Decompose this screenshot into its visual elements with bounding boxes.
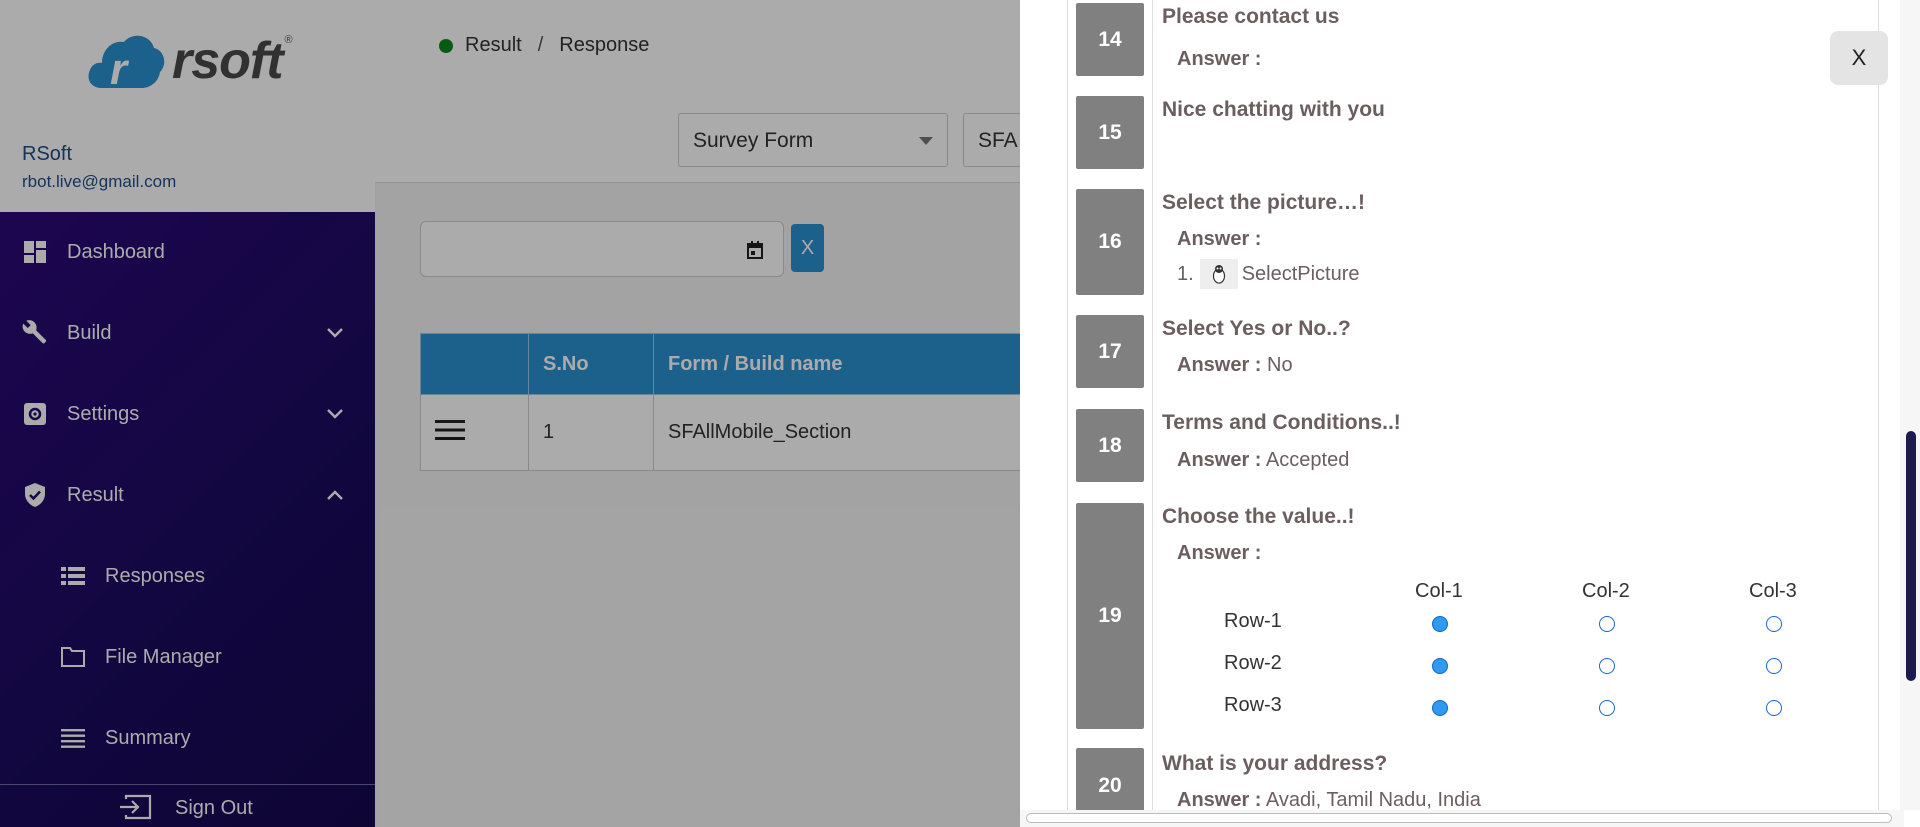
answer-line: Answer :	[1177, 228, 1261, 251]
question-text: Terms and Conditions..!	[1162, 411, 1401, 434]
question-number: 15	[1076, 96, 1144, 169]
answer-value: Accepted	[1265, 449, 1350, 471]
grid-row-label: Row-1	[1224, 610, 1282, 632]
question-number-divider	[1152, 0, 1153, 810]
picture-index: 1.	[1177, 262, 1194, 285]
grid-column-header: Col-3	[1749, 580, 1797, 602]
horizontal-scroll-thumb[interactable]	[1026, 813, 1892, 823]
radio-row3-col2[interactable]	[1599, 700, 1615, 716]
radio-row1-col3[interactable]	[1766, 616, 1782, 632]
question-text: What is your address?	[1162, 752, 1388, 775]
question-number: 17	[1076, 315, 1144, 388]
question-number: 16	[1076, 189, 1144, 295]
picture-thumbnail-icon[interactable]	[1199, 259, 1238, 289]
answer-line: Answer : No	[1177, 354, 1293, 377]
question-text: Nice chatting with you	[1162, 98, 1385, 121]
answer-line: Answer : Avadi, Tamil Nadu, India	[1177, 789, 1481, 812]
answer-label: Answer :	[1177, 449, 1262, 471]
answer-line: Answer :	[1177, 48, 1261, 71]
grid-row-label: Row-3	[1224, 694, 1282, 716]
grid-row-label: Row-2	[1224, 652, 1282, 674]
radio-row3-col1[interactable]	[1432, 700, 1448, 716]
vertical-scroll-thumb[interactable]	[1906, 431, 1916, 681]
answer-label: Answer :	[1177, 48, 1262, 70]
close-modal-button[interactable]: X	[1830, 31, 1888, 85]
answer-label: Answer :	[1177, 789, 1262, 811]
question-text: Choose the value..!	[1162, 505, 1355, 528]
radio-row1-col1[interactable]	[1432, 616, 1448, 632]
question-text: Select Yes or No..?	[1162, 317, 1351, 340]
answer-line: Answer : Accepted	[1177, 449, 1349, 472]
radio-row2-col3[interactable]	[1766, 658, 1782, 674]
vertical-scrollbar[interactable]	[1900, 0, 1920, 810]
grid-column-header: Col-1	[1415, 580, 1463, 602]
radio-row3-col3[interactable]	[1766, 700, 1782, 716]
radio-row2-col1[interactable]	[1432, 658, 1448, 674]
picture-answer-item: 1. SelectPicture	[1177, 259, 1360, 289]
question-number: 18	[1076, 409, 1144, 482]
response-detail-modal: 14 Please contact us Answer : 15 Nice ch…	[1020, 0, 1920, 827]
question-text: Please contact us	[1162, 5, 1340, 28]
radio-row2-col2[interactable]	[1599, 658, 1615, 674]
answer-label: Answer :	[1177, 228, 1262, 250]
answer-label: Answer :	[1177, 542, 1262, 564]
picture-label: SelectPicture	[1241, 262, 1360, 285]
answer-value: Avadi, Tamil Nadu, India	[1265, 789, 1481, 811]
radio-row1-col2[interactable]	[1599, 616, 1615, 632]
question-text: Select the picture…!	[1162, 191, 1366, 214]
question-number: 19	[1076, 503, 1144, 729]
answer-label: Answer :	[1177, 354, 1262, 376]
grid-column-header: Col-2	[1582, 580, 1630, 602]
answer-line: Answer :	[1177, 542, 1261, 565]
question-number: 14	[1076, 3, 1144, 76]
modal-backdrop[interactable]	[0, 0, 1020, 827]
answer-value: No	[1267, 354, 1293, 376]
